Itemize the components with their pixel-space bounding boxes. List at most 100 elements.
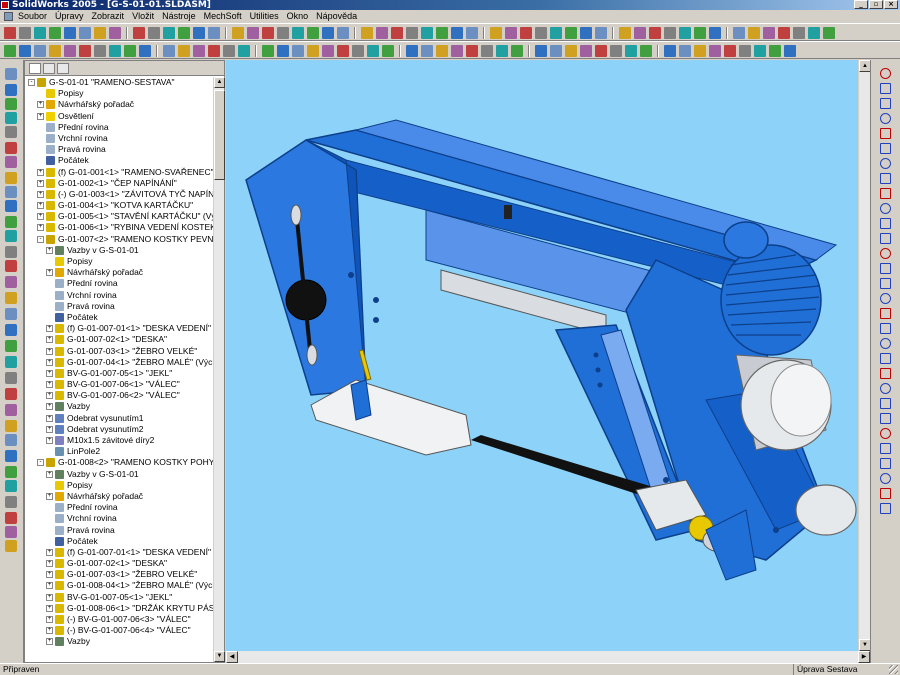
sketch-tool-icon[interactable] [880,503,891,514]
tree-item[interactable]: Pravá rovina [25,144,213,155]
expand-icon[interactable]: + [46,571,53,579]
tree-item[interactable]: + G-01-006<1> "RYBINA VEDENÍ KOSTEK" [25,222,213,233]
toolbar-tool-icon[interactable] [361,27,373,39]
tree-item[interactable]: Popisy [25,480,213,491]
menu-edit[interactable]: Úpravy [51,10,88,23]
menu-mechsoft[interactable]: MechSoft [200,10,246,23]
tool-icon[interactable] [5,292,17,304]
toolbar-tool-icon[interactable] [724,45,736,57]
tree-item[interactable]: LinPole2 [25,446,213,457]
sketch-tool-icon[interactable] [880,443,891,454]
toolbar-tool-icon[interactable] [337,45,349,57]
tool-icon[interactable] [5,126,17,138]
toolbar-tool-icon[interactable] [619,27,631,39]
expand-icon[interactable]: + [37,224,44,232]
toolbar-tool-icon[interactable] [64,27,76,39]
toolbar-tool-icon[interactable] [277,27,289,39]
tool-icon[interactable] [5,388,17,400]
toolbar-tool-icon[interactable] [595,27,607,39]
sketch-tool-icon[interactable] [880,308,891,319]
tool-icon[interactable] [5,246,17,258]
expand-icon[interactable]: + [46,437,53,444]
toolbar-tool-icon[interactable] [19,45,31,57]
document-icon[interactable] [4,12,13,21]
toolbar-tool-icon[interactable] [754,45,766,57]
tool-icon[interactable] [5,276,17,288]
toolbar-tool-icon[interactable] [679,45,691,57]
tree-item[interactable]: + Vazby [25,401,213,412]
vertical-scrollbar[interactable]: ▲ ▼ [858,60,871,651]
tree-item[interactable]: Vrchní rovina [25,513,213,524]
toolbar-tool-icon[interactable] [49,45,61,57]
toolbar-tool-icon[interactable] [49,27,61,39]
toolbar-tool-icon[interactable] [505,27,517,39]
tree-item[interactable]: + G-01-007-03<1> "ŽEBRO VELKÉ" [25,346,213,357]
toolbar-tool-icon[interactable] [421,45,433,57]
scroll-left-arrow-icon[interactable]: ◀ [226,651,238,663]
expand-icon[interactable]: + [37,202,44,210]
tool-icon[interactable] [5,450,17,462]
sketch-tool-icon[interactable] [880,293,891,304]
expand-icon[interactable]: + [46,492,53,500]
toolbar-tool-icon[interactable] [679,27,691,39]
toolbar-tool-icon[interactable] [733,27,745,39]
toolbar-tool-icon[interactable] [79,45,91,57]
toolbar-tool-icon[interactable] [277,45,289,57]
toolbar-tool-icon[interactable] [367,45,379,57]
tool-icon[interactable] [5,356,17,368]
sketch-tool-icon[interactable] [880,173,891,184]
tool-icon[interactable] [5,230,17,242]
expand-icon[interactable]: + [37,112,44,120]
expand-icon[interactable]: + [46,347,53,355]
tree-item[interactable]: + G-01-002<1> "ČEP NAPÍNÁNÍ" [25,178,213,189]
toolbar-tool-icon[interactable] [208,27,220,39]
expand-icon[interactable]: + [46,325,53,333]
toolbar-tool-icon[interactable] [769,45,781,57]
toolbar-tool-icon[interactable] [580,45,592,57]
tool-icon[interactable] [5,156,17,168]
tree-scrollbar[interactable]: ▲ ▼ [213,77,225,662]
toolbar-tool-icon[interactable] [376,27,388,39]
tree-item[interactable]: + (-) G-01-003<1> "ZÁVITOVÁ TYČ NAPÍN." [25,189,213,200]
tool-icon[interactable] [5,540,17,552]
toolbar-tool-icon[interactable] [391,27,403,39]
toolbar-tool-icon[interactable] [4,45,16,57]
expand-icon[interactable]: + [46,593,53,601]
sketch-tool-icon[interactable] [880,113,891,124]
tree-item[interactable]: Popisy [25,256,213,267]
tool-icon[interactable] [5,308,17,320]
toolbar-tool-icon[interactable] [466,27,478,39]
expand-icon[interactable]: + [37,101,44,109]
sketch-tool-icon[interactable] [880,398,891,409]
toolbar-tool-icon[interactable] [823,27,835,39]
toolbar-tool-icon[interactable] [808,27,820,39]
menu-file[interactable]: Soubor [14,10,51,23]
toolbar-tool-icon[interactable] [247,27,259,39]
tool-icon[interactable] [5,340,17,352]
expand-icon[interactable]: + [37,168,44,176]
expand-icon[interactable]: + [46,627,53,635]
tool-icon[interactable] [5,512,17,524]
sketch-tool-icon[interactable] [880,98,891,109]
toolbar-tool-icon[interactable] [307,27,319,39]
menu-help[interactable]: Nápověda [312,10,361,23]
expand-icon[interactable]: + [46,616,53,623]
toolbar-tool-icon[interactable] [193,27,205,39]
toolbar-tool-icon[interactable] [436,45,448,57]
tree-item[interactable]: + G-01-008-06<1> "DRŽÁK KRYTU PÁSU" [25,603,213,614]
tool-icon[interactable] [5,372,17,384]
tool-icon[interactable] [5,466,17,478]
toolbar-tool-icon[interactable] [664,27,676,39]
toolbar-tool-icon[interactable] [739,45,751,57]
tree-item[interactable]: - G-S-01-01 "RAMENO-SESTAVA" [25,77,213,88]
toolbar-tool-icon[interactable] [322,27,334,39]
graphics-area[interactable] [226,60,858,651]
tree-item[interactable]: + Odebrat vysunutím2 [25,424,213,435]
sketch-tool-icon[interactable] [880,68,891,79]
expand-icon[interactable]: + [46,548,53,556]
expand-icon[interactable]: + [46,403,53,411]
menu-tools[interactable]: Nástroje [158,10,200,23]
sketch-tool-icon[interactable] [880,323,891,334]
toolbar-tool-icon[interactable] [4,27,16,39]
minimize-button[interactable]: _ [854,0,868,9]
